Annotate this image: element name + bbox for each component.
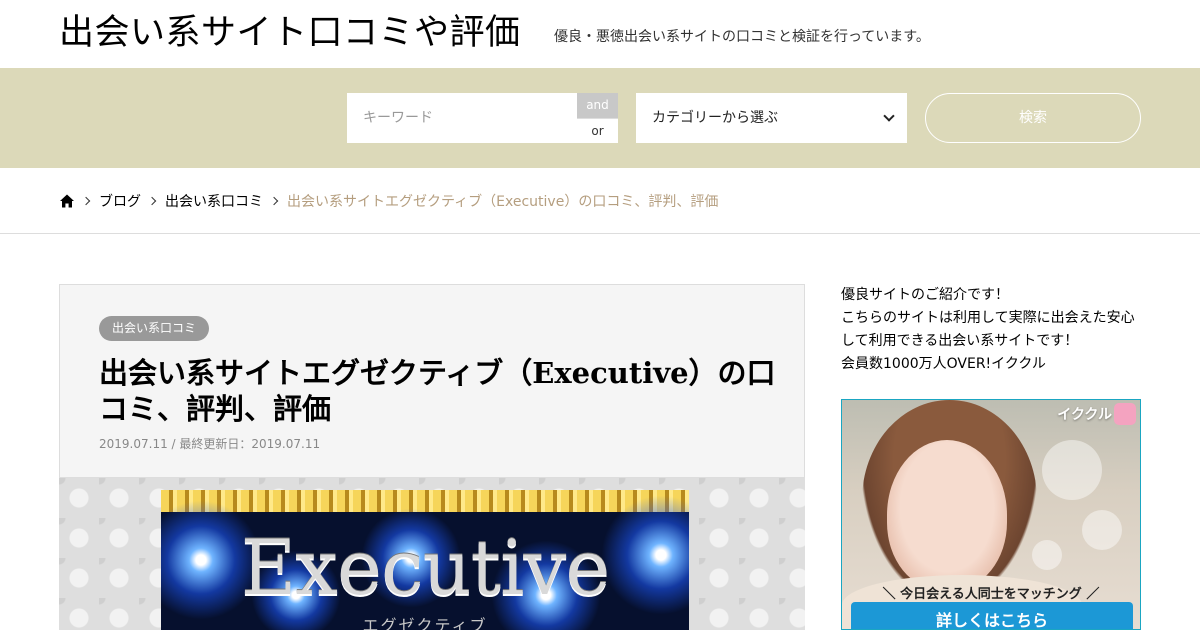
chevron-right-icon (269, 196, 279, 206)
or-option[interactable]: or (577, 118, 618, 143)
post-title: 出会い系サイトエグゼクティブ（Executive）の口コミ、評判、評価 (99, 356, 776, 426)
chevron-right-icon (147, 196, 157, 206)
sidebar-intro-line: こちらのサイトは利用して実際に出会えた安心 (841, 310, 1135, 326)
site-title[interactable]: 出会い系サイト口コミや評価 (59, 10, 521, 56)
post-date: 2019.07.11 / 最終更新日：2019.07.11 (99, 437, 321, 451)
bokeh-decoration (1082, 510, 1122, 550)
gold-border (161, 490, 689, 512)
sidebar-intro: 優良サイトのご紹介です！ こちらのサイトは利用して実際に出会えた安心 して利用で… (841, 284, 1161, 376)
category-badge[interactable]: 出会い系口コミ (99, 316, 210, 341)
sidebar-intro-line: 会員数1000万人OVER!イククル (841, 356, 1046, 372)
ad-photo-face (887, 440, 1007, 590)
breadcrumb-current: 出会い系サイトエグゼクティブ（Executive）の口コミ、評判、評価 (287, 194, 719, 210)
ad-tagline: ＼ 今日会える人同士をマッチング ／ (882, 587, 1100, 602)
chevron-down-icon (883, 110, 895, 122)
article-header: 出会い系口コミ 出会い系サイトエグゼクティブ（Executive）の口コミ、評判… (59, 284, 805, 478)
bokeh-decoration (1042, 440, 1102, 500)
keyword-input[interactable] (347, 93, 577, 143)
site-description: 優良・悪徳出会い系サイトの口コミと検証を行っています。 (554, 29, 930, 45)
breadcrumb: ブログ 出会い系口コミ 出会い系サイトエグゼクティブ（Executive）の口コ… (0, 168, 1200, 234)
chevron-right-icon (81, 196, 91, 206)
search-bar: and or カテゴリーから選ぶ 検索 (0, 68, 1200, 168)
category-select-value: カテゴリーから選ぶ (652, 110, 778, 126)
app-icon (1114, 403, 1136, 425)
and-or-toggle[interactable]: and or (577, 93, 618, 143)
search-button[interactable]: 検索 (925, 93, 1141, 143)
breadcrumb-item-blog[interactable]: ブログ (99, 191, 141, 211)
sidebar-intro-line: 優良サイトのご紹介です！ (841, 287, 1009, 303)
ad-banner[interactable]: イククル ＼ 今日会える人同士をマッチング ／ 詳しくはこちら (841, 399, 1141, 630)
featured-subtitle: エグゼクティブ (362, 616, 488, 630)
ad-logo: イククル (1057, 407, 1112, 423)
ad-cta-button[interactable]: 詳しくはこちら (851, 602, 1133, 629)
breadcrumb-item-category[interactable]: 出会い系口コミ (165, 191, 263, 211)
home-icon[interactable] (59, 193, 75, 209)
sidebar-intro-line: して利用できる出会い系サイトです！ (841, 333, 1079, 349)
site-header: 出会い系サイト口コミや評価 優良・悪徳出会い系サイトの口コミと検証を行っています… (0, 0, 1200, 68)
featured-image: Executive エグゼクティブ (59, 478, 805, 630)
featured-title: Executive (240, 523, 611, 612)
category-select[interactable]: カテゴリーから選ぶ (636, 93, 907, 143)
featured-banner: Executive エグゼクティブ (161, 490, 689, 630)
and-option[interactable]: and (577, 93, 618, 118)
